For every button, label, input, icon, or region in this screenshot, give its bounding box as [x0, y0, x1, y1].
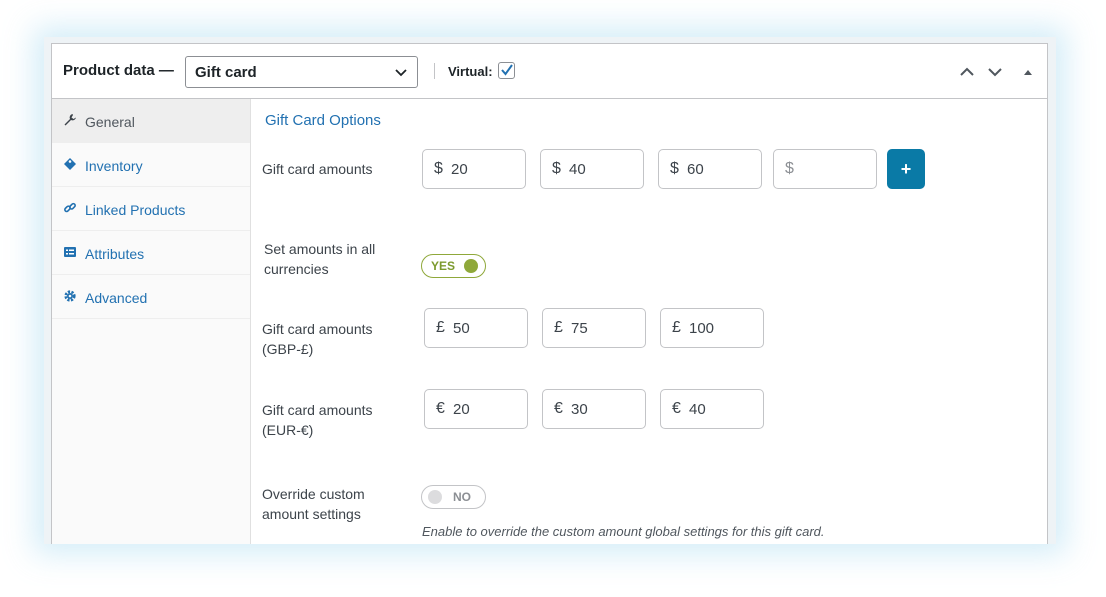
- virtual-label: Virtual:: [448, 64, 493, 79]
- toggle-label: NO: [453, 490, 471, 504]
- list-icon: [64, 247, 76, 257]
- currency-symbol: £: [436, 319, 445, 336]
- amount-input-eur-3[interactable]: € 40: [660, 389, 764, 429]
- wrench-icon: [64, 114, 76, 126]
- gift-card-options: Gift Card Options Gift card amounts $ 20…: [251, 99, 1047, 544]
- amount-value: 100: [689, 320, 715, 337]
- amount-value: 50: [453, 320, 470, 337]
- amount-input-gbp-1[interactable]: £ 50: [424, 308, 528, 348]
- all-currencies-label-line1: Set amounts in all: [264, 241, 376, 257]
- tab-general[interactable]: General: [52, 99, 250, 143]
- amount-value: 60: [687, 161, 704, 178]
- amount-input-eur-2[interactable]: € 30: [542, 389, 646, 429]
- currency-placeholder: $: [785, 160, 794, 177]
- amount-input-usd-2[interactable]: $ 40: [540, 149, 644, 189]
- toggle-knob: [464, 259, 478, 273]
- gbp-amounts-label-line1: Gift card amounts: [262, 321, 373, 337]
- collapse-triangle-icon[interactable]: [1020, 64, 1036, 80]
- override-toggle[interactable]: NO: [421, 485, 486, 509]
- amount-input-usd-1[interactable]: $ 20: [422, 149, 526, 189]
- tab-advanced[interactable]: Advanced: [52, 275, 250, 319]
- currency-symbol: $: [552, 160, 561, 177]
- override-description: Enable to override the custom amount glo…: [422, 524, 825, 539]
- chevron-down-icon[interactable]: [987, 64, 1003, 80]
- currency-symbol: £: [672, 319, 681, 336]
- toggle-label: YES: [431, 259, 456, 273]
- tab-linked-products[interactable]: Linked Products: [52, 187, 250, 231]
- toggle-knob: [428, 490, 442, 504]
- virtual-checkbox[interactable]: [498, 62, 515, 79]
- currency-symbol: $: [434, 160, 443, 177]
- amount-input-usd-3[interactable]: $ 60: [658, 149, 762, 189]
- eur-amounts-label-line1: Gift card amounts: [262, 402, 373, 418]
- eur-amounts-label-line2: (EUR-€): [262, 422, 314, 438]
- product-type-value: Gift card: [195, 64, 257, 81]
- tab-inventory[interactable]: Inventory: [52, 143, 250, 187]
- tab-attributes[interactable]: Attributes: [52, 231, 250, 275]
- link-icon: [64, 202, 76, 213]
- product-data-tabs: General Inventory Linked Products Attrib…: [52, 99, 251, 544]
- gift-card-amounts-label: Gift card amounts: [262, 161, 373, 177]
- header-separator: [434, 63, 435, 79]
- chevron-up-icon[interactable]: [959, 64, 975, 80]
- currency-symbol: £: [554, 319, 563, 336]
- tab-label: General: [85, 114, 135, 130]
- panel-title: Product data —: [63, 62, 174, 79]
- currency-symbol: $: [670, 160, 679, 177]
- product-data-panel: Product data — Gift card Virtual: Genera…: [51, 43, 1048, 544]
- amount-input-eur-1[interactable]: € 20: [424, 389, 528, 429]
- checkmark-icon: [501, 64, 513, 76]
- tab-label: Advanced: [85, 290, 148, 306]
- amount-input-gbp-2[interactable]: £ 75: [542, 308, 646, 348]
- amount-value: 20: [453, 401, 470, 418]
- currency-symbol: €: [436, 400, 445, 417]
- product-type-select[interactable]: Gift card: [185, 56, 418, 88]
- panel-header: Product data — Gift card Virtual:: [52, 44, 1047, 99]
- tab-label: Inventory: [85, 158, 143, 174]
- amount-value: 40: [569, 161, 586, 178]
- amount-input-usd-new[interactable]: $: [773, 149, 877, 189]
- tag-icon: [64, 158, 76, 170]
- gear-icon: [64, 290, 76, 302]
- currency-symbol: €: [554, 400, 563, 417]
- all-currencies-label-line2: currencies: [264, 261, 329, 277]
- tab-label: Attributes: [85, 246, 145, 262]
- amount-input-gbp-3[interactable]: £ 100: [660, 308, 764, 348]
- currency-symbol: €: [672, 400, 681, 417]
- amount-value: 30: [571, 401, 588, 418]
- gbp-amounts-label-line2: (GBP-£): [262, 341, 314, 357]
- amount-value: 20: [451, 161, 468, 178]
- chevron-down-icon: [395, 69, 407, 77]
- override-label-line2: amount settings: [262, 506, 361, 522]
- amount-value: 75: [571, 320, 588, 337]
- amount-value: 40: [689, 401, 706, 418]
- override-label-line1: Override custom: [262, 486, 365, 502]
- add-amount-button[interactable]: +: [887, 149, 925, 189]
- all-currencies-toggle[interactable]: YES: [421, 254, 486, 278]
- tab-label: Linked Products: [85, 202, 186, 218]
- section-title: Gift Card Options: [265, 112, 381, 129]
